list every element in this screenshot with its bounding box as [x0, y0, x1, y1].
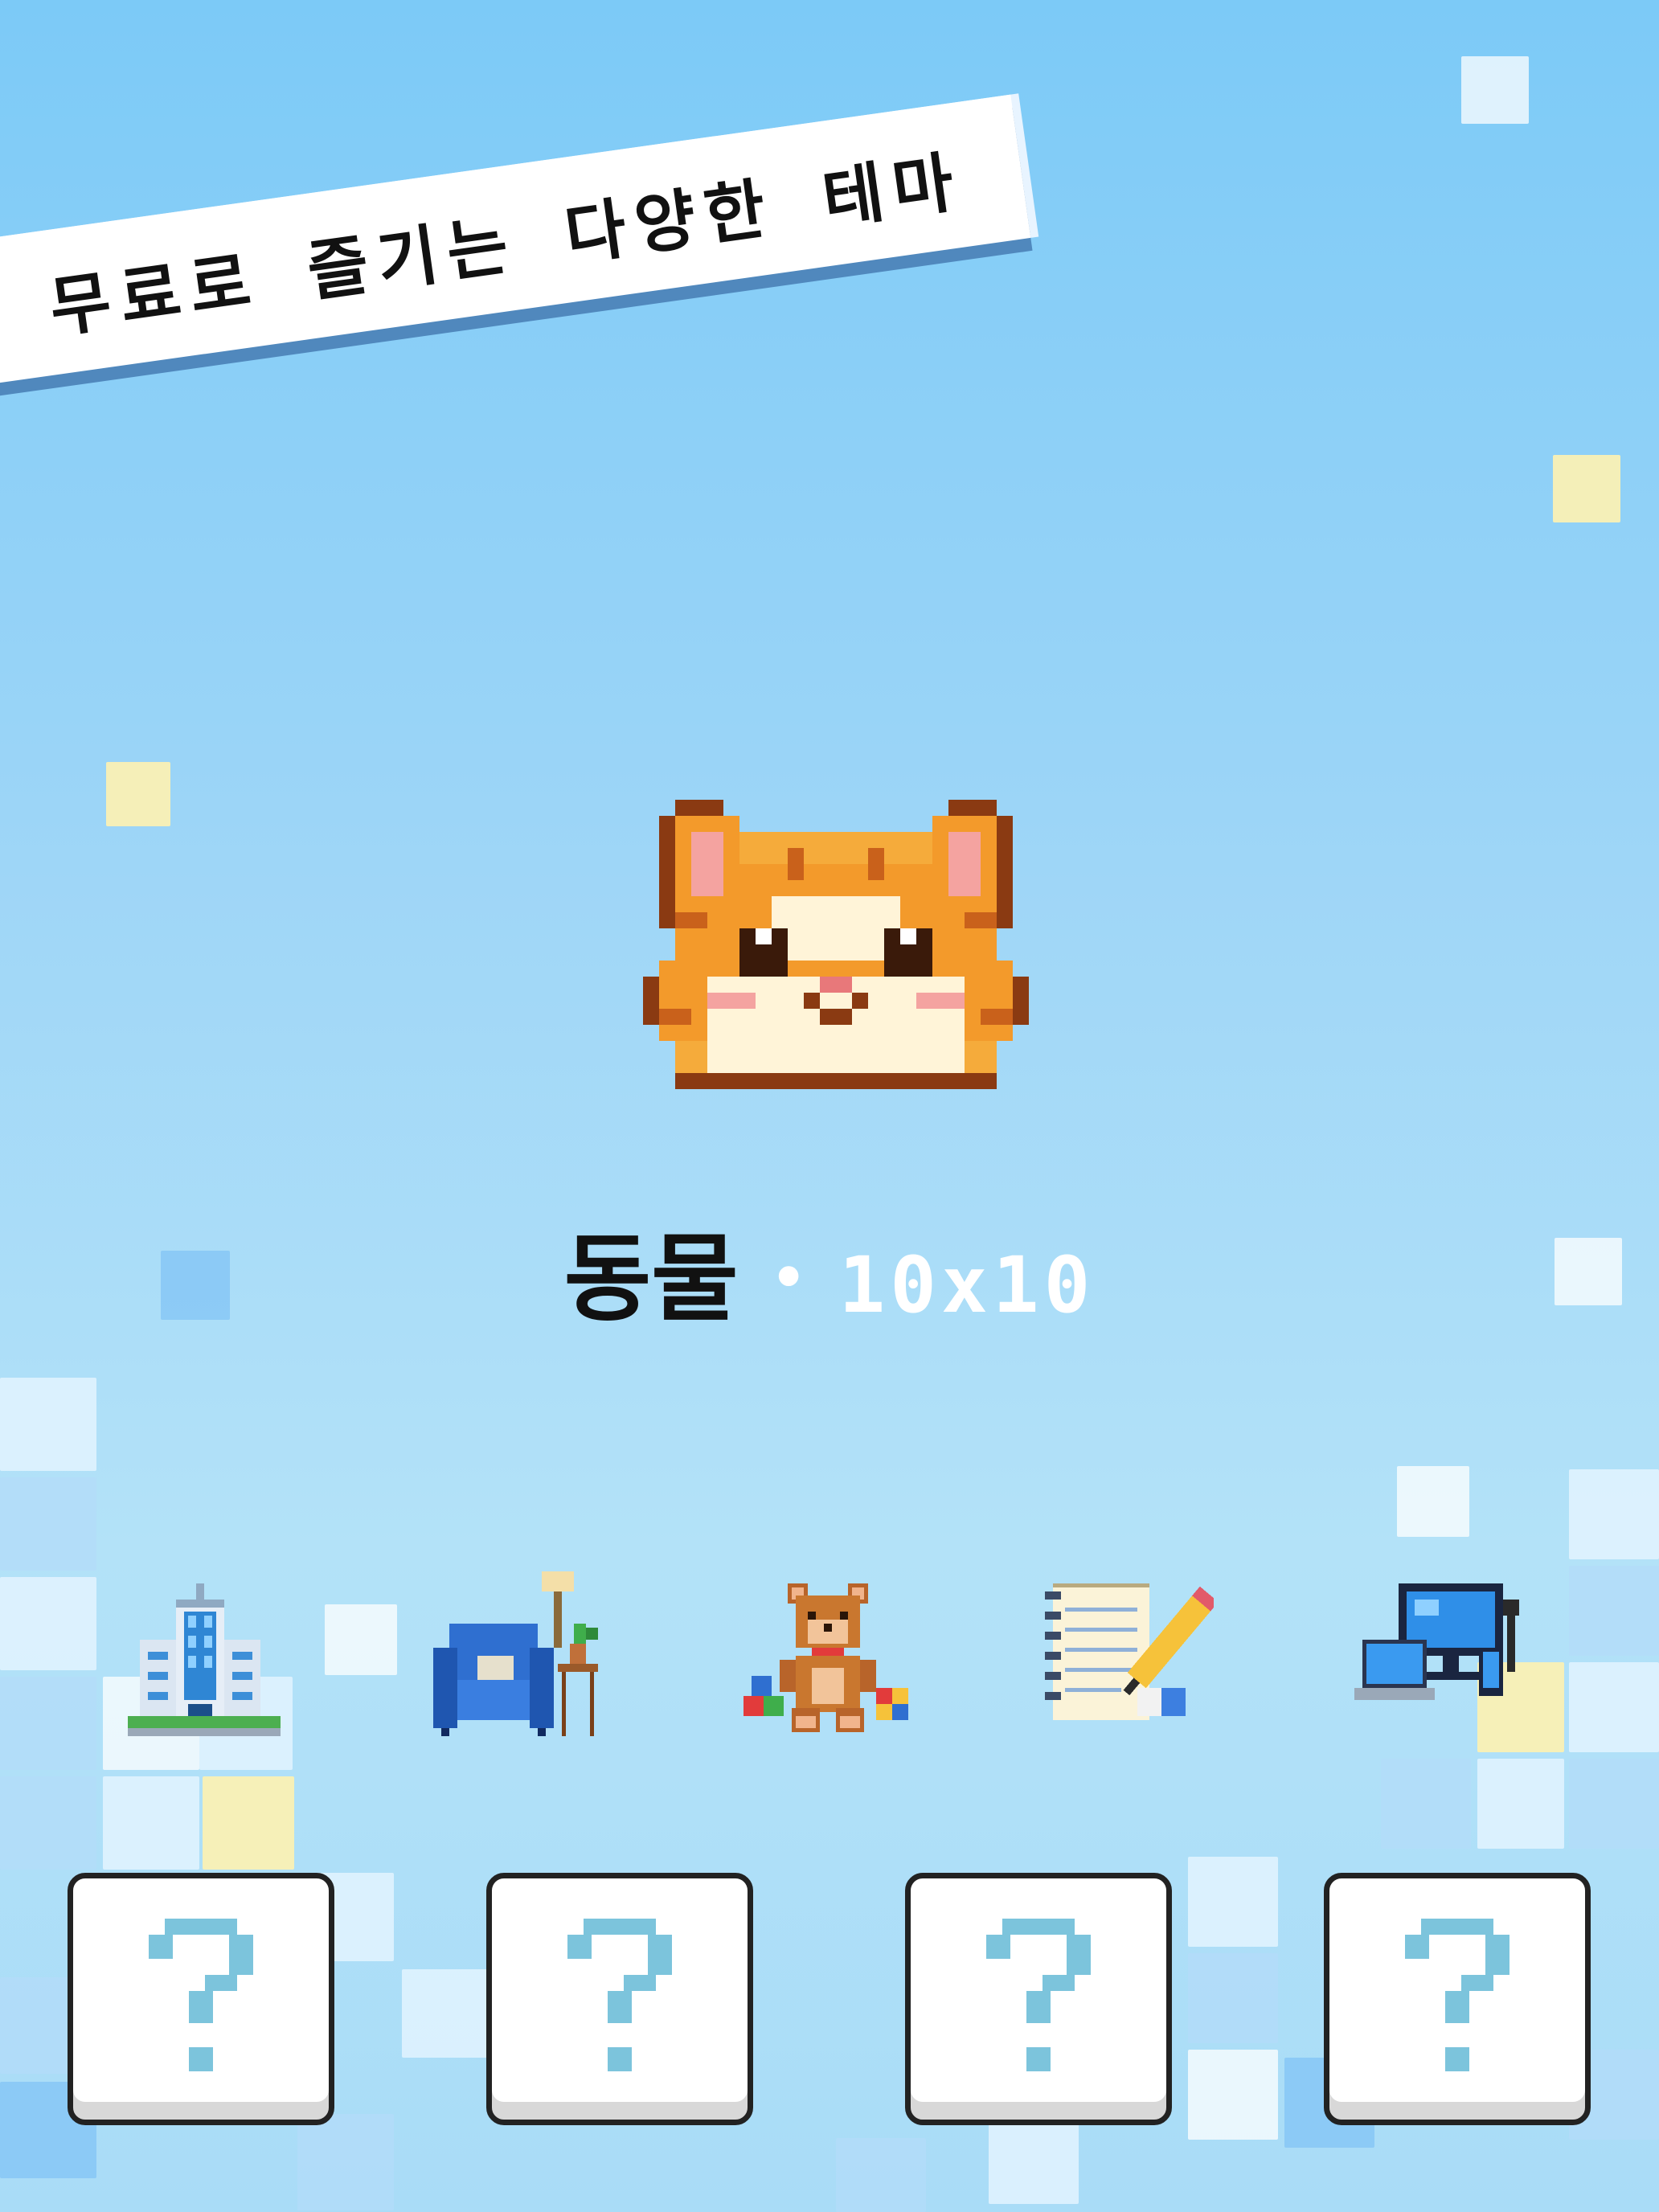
decor-tile — [103, 1776, 199, 1870]
teddy-bear-icon[interactable] — [739, 1575, 916, 1752]
theme-title: 동물 • 10x10 — [0, 1202, 1659, 1339]
decor-tile — [1188, 1953, 1278, 2043]
banner-text: 무료로 즐기는 다양한 테마 — [45, 142, 969, 347]
decor-tile — [989, 2114, 1079, 2204]
question-mark-icon — [1405, 1919, 1509, 2071]
locked-theme-slot[interactable] — [905, 1873, 1172, 2125]
computer-devices-icon[interactable] — [1350, 1567, 1527, 1744]
decor-tile — [0, 1378, 96, 1471]
armchair-icon[interactable] — [429, 1567, 606, 1744]
decor-tile — [1188, 2050, 1278, 2140]
decor-tile — [0, 1477, 96, 1571]
theme-name: 동물 — [563, 1223, 739, 1334]
question-mark-icon — [986, 1919, 1091, 2071]
question-mark-icon — [567, 1919, 672, 2071]
decor-tile — [1569, 1759, 1659, 1849]
locked-theme-slot[interactable] — [486, 1873, 753, 2125]
question-mark-icon — [149, 1919, 253, 2071]
theme-separator: • — [770, 1245, 807, 1311]
decor-tile — [0, 1776, 96, 1870]
decor-tile — [1397, 1466, 1469, 1537]
decor-tile — [836, 2138, 926, 2212]
cat-face-icon — [643, 800, 1029, 1105]
decor-tile — [203, 1776, 294, 1870]
category-row — [0, 1567, 1659, 1744]
decor-tile — [1381, 1759, 1471, 1849]
decor-tile — [1188, 1857, 1278, 1947]
decor-tile — [402, 1969, 490, 2058]
building-icon[interactable] — [124, 1583, 285, 1744]
decor-tile — [1477, 1759, 1564, 1849]
decor-tile — [106, 762, 170, 826]
notebook-pencil-icon[interactable] — [1037, 1567, 1219, 1744]
grid-size: 10x10 — [838, 1240, 1096, 1330]
decor-tile — [1461, 56, 1529, 124]
decor-tile — [1569, 1469, 1659, 1559]
decor-tile — [297, 2114, 394, 2210]
banner: 무료로 즐기는 다양한 테마 — [0, 94, 1031, 385]
banner-ribbon: 무료로 즐기는 다양한 테마 — [0, 94, 1031, 385]
locked-theme-slot[interactable] — [1324, 1873, 1591, 2125]
decor-tile — [1553, 455, 1620, 522]
locked-theme-slot[interactable] — [68, 1873, 334, 2125]
